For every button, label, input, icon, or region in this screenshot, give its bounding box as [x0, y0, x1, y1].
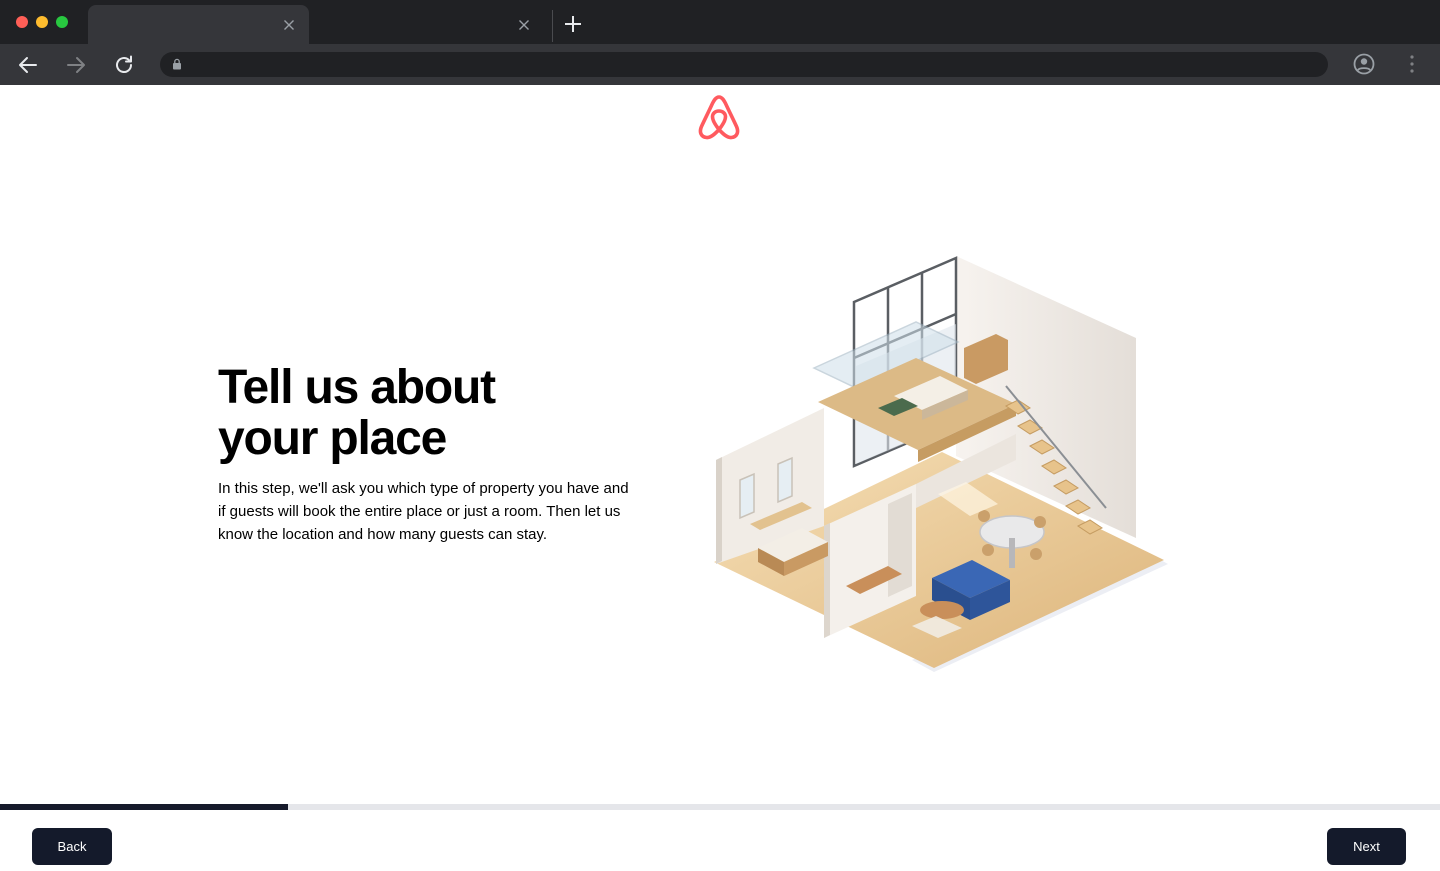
close-window-button[interactable]	[16, 16, 28, 28]
lock-icon	[173, 58, 181, 70]
progress-bar	[0, 804, 1440, 810]
account-circle-icon[interactable]	[1352, 52, 1376, 76]
browser-tab-active[interactable]	[88, 5, 309, 44]
tab-divider	[552, 10, 553, 42]
close-icon[interactable]	[516, 17, 532, 33]
reload-icon[interactable]	[112, 53, 136, 77]
heading-line-2: your place	[218, 412, 447, 465]
back-button[interactable]: Back	[32, 828, 112, 865]
plus-icon[interactable]	[562, 13, 584, 35]
arrow-left-icon[interactable]	[16, 53, 40, 77]
isometric-home-illustration	[714, 256, 1168, 672]
minimize-window-button[interactable]	[36, 16, 48, 28]
page-heading: Tell us about your place	[218, 362, 638, 464]
browser-title-bar	[0, 0, 1440, 44]
close-icon[interactable]	[281, 17, 297, 33]
airbnb-logo-icon[interactable]	[697, 94, 741, 140]
address-bar[interactable]	[160, 52, 1328, 77]
browser-toolbar	[0, 44, 1440, 85]
browser-tab[interactable]	[318, 5, 544, 44]
maximize-window-button[interactable]	[56, 16, 68, 28]
progress-bar-fill	[0, 804, 288, 810]
next-button[interactable]: Next	[1327, 828, 1406, 865]
heading-line-1: Tell us about	[218, 361, 496, 414]
vertical-dots-icon[interactable]	[1400, 52, 1424, 76]
arrow-right-icon[interactable]	[64, 53, 88, 77]
step-description: In this step, we'll ask you which type o…	[218, 480, 629, 543]
